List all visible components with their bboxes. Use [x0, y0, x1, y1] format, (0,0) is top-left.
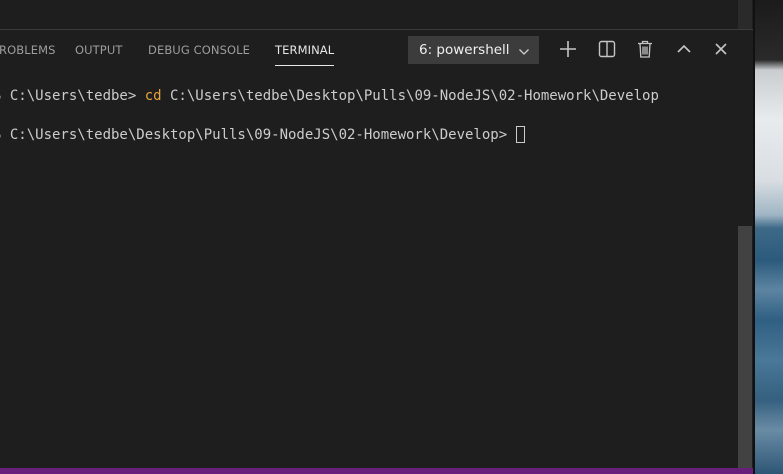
tab-debug-console[interactable]: DEBUG CONSOLE	[148, 43, 250, 63]
chevron-up-icon	[677, 44, 691, 53]
editor-scrollbar[interactable]	[738, 0, 752, 29]
kill-terminal-button[interactable]	[634, 38, 656, 60]
trash-icon	[638, 40, 652, 58]
close-panel-button[interactable]	[710, 38, 732, 60]
terminal-args: C:\Users\tedbe\Desktop\Pulls\09-NodeJS\0…	[161, 88, 659, 104]
terminal-prompt: S C:\Users\tedbe\Desktop\Pulls\09-NodeJS…	[0, 127, 516, 143]
status-bar	[0, 468, 753, 474]
terminal-scrollbar[interactable]	[738, 70, 752, 468]
terminal-line: S C:\Users\tedbe> cd C:\Users\tedbe\Desk…	[0, 86, 659, 106]
desktop-wallpaper	[753, 0, 783, 474]
tab-terminal[interactable]: TERMINAL	[275, 43, 335, 66]
tab-output[interactable]: OUTPUT	[75, 43, 122, 63]
terminal-output[interactable]: S C:\Users\tedbe> cd C:\Users\tedbe\Desk…	[0, 70, 738, 468]
panel-header: ROBLEMS OUTPUT DEBUG CONSOLE TERMINAL 6:…	[0, 30, 753, 70]
terminal-command: cd	[144, 88, 162, 104]
window-edge	[753, 0, 755, 474]
maximize-panel-button[interactable]	[673, 38, 695, 60]
terminal-select-dropdown[interactable]: 6: powershell	[408, 36, 539, 64]
chevron-down-icon	[518, 45, 530, 55]
new-terminal-button[interactable]	[557, 38, 579, 60]
scrollbar-thumb[interactable]	[738, 226, 752, 468]
terminal-prompt: S C:\Users\tedbe>	[0, 88, 145, 104]
terminal-line: S C:\Users\tedbe\Desktop\Pulls\09-NodeJS…	[0, 125, 525, 145]
split-icon	[598, 40, 616, 58]
terminal-cursor	[515, 126, 525, 143]
plus-icon	[560, 41, 576, 57]
terminal-panel: ROBLEMS OUTPUT DEBUG CONSOLE TERMINAL 6:…	[0, 30, 753, 468]
split-terminal-button[interactable]	[596, 38, 618, 60]
close-icon	[715, 43, 727, 55]
tab-problems[interactable]: ROBLEMS	[0, 43, 56, 63]
terminal-select-value: 6: powershell	[419, 42, 510, 58]
editor-area	[0, 0, 753, 30]
